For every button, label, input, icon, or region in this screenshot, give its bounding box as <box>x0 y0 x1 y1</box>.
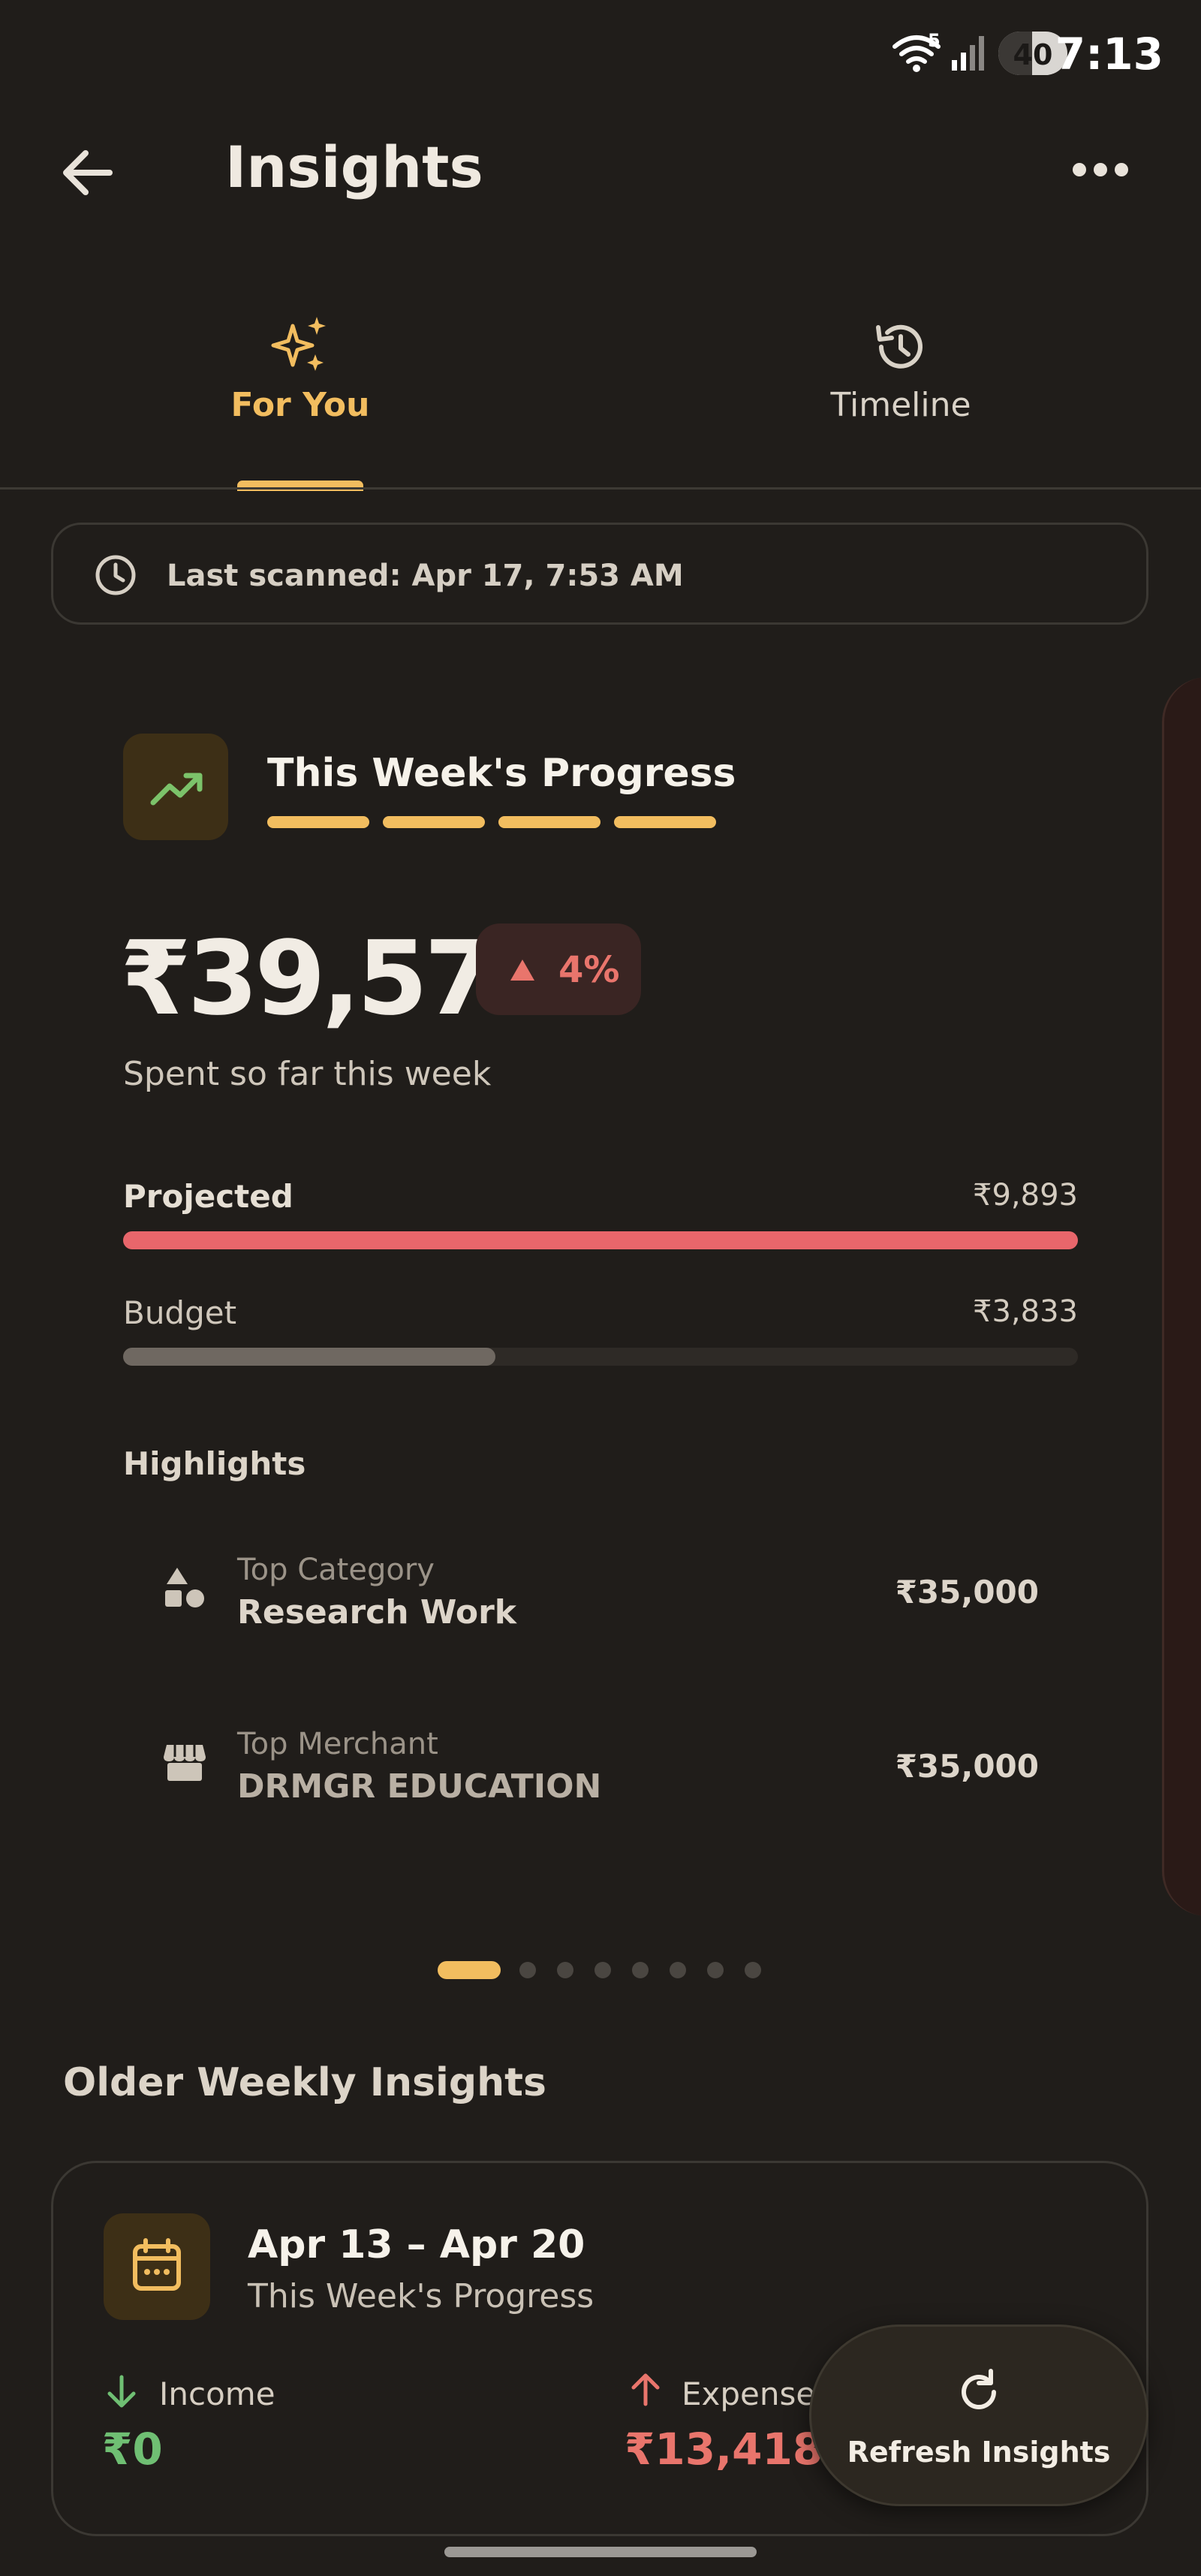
sparkles-icon <box>270 315 330 375</box>
budget-label: Budget <box>123 1294 237 1331</box>
spend-subtitle: Spent so far this week <box>123 1055 492 1093</box>
highlights-title: Highlights <box>123 1445 306 1482</box>
home-indicator[interactable] <box>444 2547 757 2557</box>
history-icon <box>871 317 931 377</box>
next-card-peek[interactable] <box>1162 677 1201 1916</box>
income-value: ₹0 <box>102 2424 163 2475</box>
tab-timeline[interactable]: Timeline <box>600 300 1201 488</box>
expense-value: ₹13,418 <box>625 2424 823 2475</box>
trending-up-icon <box>150 773 203 806</box>
expense-label: Expense <box>682 2376 816 2412</box>
signal-icon <box>950 35 985 72</box>
clock-icon <box>93 553 138 598</box>
projected-bar-fill <box>123 1231 1078 1249</box>
arrow-down-icon <box>105 2374 138 2410</box>
pager-dot[interactable] <box>670 1962 686 1978</box>
refresh-insights-label: Refresh Insights <box>847 2436 1111 2469</box>
title-underline-segment <box>614 816 716 828</box>
tab-label: Timeline <box>830 386 971 424</box>
tab-divider <box>0 487 1201 490</box>
title-underline-segment <box>498 816 600 828</box>
progress-card-title: This Week's Progress <box>267 751 736 796</box>
triangle-up-icon <box>509 958 536 982</box>
highlight-name: DRMGR EDUCATION <box>237 1767 602 1806</box>
tab-label: For You <box>230 386 370 424</box>
older-icon-box <box>104 2213 210 2320</box>
title-underline-segment <box>267 816 369 828</box>
wifi-badge: 5 <box>928 30 941 51</box>
calendar-icon <box>133 2238 181 2291</box>
store-icon <box>162 1740 207 1784</box>
arrow-left-icon <box>63 150 113 195</box>
shapes-icon <box>162 1565 207 1610</box>
pager-dot[interactable] <box>557 1962 573 1978</box>
tab-for-you[interactable]: For You <box>0 300 600 491</box>
pager-dot-active[interactable] <box>438 1961 501 1979</box>
back-button[interactable] <box>51 135 126 210</box>
highlight-name: Research Work <box>237 1593 517 1631</box>
progress-icon-box <box>123 734 228 840</box>
projected-bar <box>123 1231 1078 1249</box>
arrow-up-icon <box>629 2371 662 2407</box>
highlight-category-label: Top Merchant <box>237 1727 438 1761</box>
highlight-amount: ₹35,000 <box>895 1574 1039 1610</box>
budget-bar-fill <box>123 1348 496 1366</box>
older-card-range: Apr 13 – Apr 20 <box>248 2222 585 2267</box>
budget-value: ₹3,833 <box>973 1294 1078 1329</box>
highlight-amount: ₹35,000 <box>895 1748 1039 1785</box>
pager-dot[interactable] <box>632 1962 649 1978</box>
pager-dot[interactable] <box>707 1962 724 1978</box>
pager-dot[interactable] <box>745 1962 761 1978</box>
income-label: Income <box>159 2376 275 2412</box>
status-time: 7:13 <box>1055 29 1163 80</box>
last-scanned-text: Last scanned: Apr 17, 7:53 AM <box>167 559 684 593</box>
page-title: Insights <box>225 134 483 200</box>
projected-value: ₹9,893 <box>973 1178 1078 1213</box>
more-horizontal-icon <box>1073 163 1128 176</box>
refresh-icon <box>953 2367 1004 2418</box>
highlight-top-merchant[interactable]: Top Merchant DRMGR EDUCATION ₹35,000 <box>123 1706 1078 1818</box>
older-card-subtitle: This Week's Progress <box>248 2277 594 2315</box>
pager-dot[interactable] <box>594 1962 611 1978</box>
projected-label: Projected <box>123 1178 293 1215</box>
highlight-category-label: Top Category <box>237 1553 435 1587</box>
title-underline-segment <box>383 816 485 828</box>
pager-dot[interactable] <box>519 1962 536 1978</box>
budget-bar <box>123 1348 1078 1366</box>
change-percent: 4% <box>558 949 620 991</box>
more-menu-button[interactable] <box>1063 140 1138 200</box>
older-insights-title: Older Weekly Insights <box>63 2060 546 2105</box>
highlight-top-category[interactable]: Top Category Research Work ₹35,000 <box>123 1532 1078 1644</box>
